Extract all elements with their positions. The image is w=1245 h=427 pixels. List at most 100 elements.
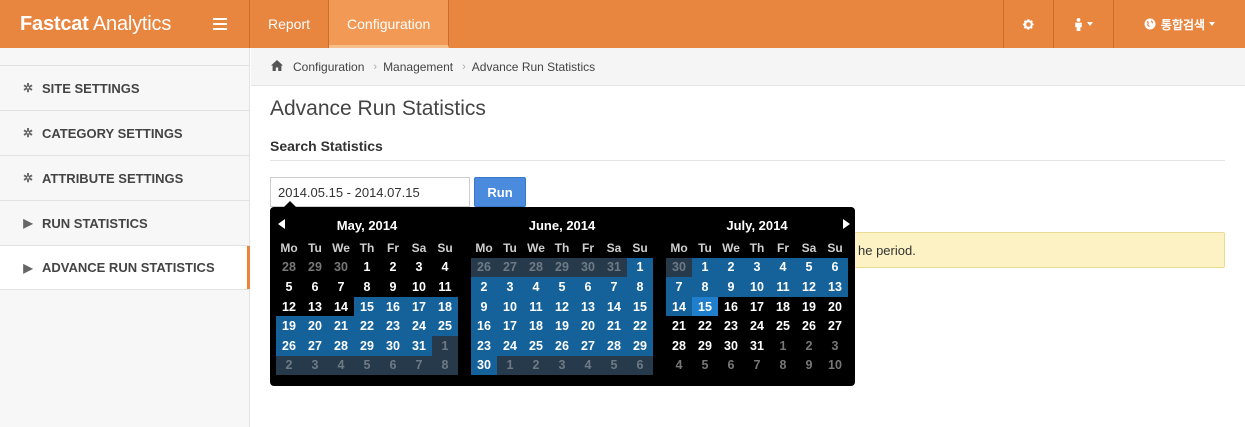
breadcrumb-management[interactable]: Management: [383, 60, 453, 74]
calendar-day[interactable]: 29: [627, 335, 653, 356]
calendar-day[interactable]: 30: [575, 257, 601, 278]
calendar-day[interactable]: 8: [770, 356, 796, 376]
calendar-day[interactable]: 26: [471, 257, 497, 278]
calendar-day[interactable]: 10: [406, 277, 432, 297]
calendar-day[interactable]: 4: [770, 257, 796, 278]
calendar-day[interactable]: 24: [497, 335, 523, 356]
calendar-day[interactable]: 28: [601, 335, 627, 356]
app-logo[interactable]: Fastcat Analytics: [20, 13, 171, 36]
calendar-day[interactable]: 13: [822, 277, 848, 297]
calendar-day[interactable]: 22: [627, 316, 653, 336]
calendar-day[interactable]: 5: [692, 356, 718, 376]
calendar-day[interactable]: 30: [328, 258, 354, 278]
calendar-day[interactable]: 28: [328, 335, 354, 356]
calendar-day[interactable]: 22: [354, 316, 380, 336]
calendar-day[interactable]: 24: [744, 316, 770, 336]
calendar-day[interactable]: 7: [601, 277, 627, 297]
calendar-day[interactable]: 1: [354, 258, 380, 278]
tab-report[interactable]: Report: [250, 0, 330, 48]
calendar-day[interactable]: 9: [380, 277, 406, 297]
calendar-day[interactable]: 28: [523, 257, 549, 278]
calendar-day[interactable]: 12: [796, 277, 822, 297]
calendar-day[interactable]: 25: [432, 316, 458, 336]
calendar-day[interactable]: 15: [692, 296, 718, 317]
user-menu-button[interactable]: [1053, 0, 1113, 48]
calendar-day[interactable]: 2: [796, 336, 822, 356]
calendar-day[interactable]: 7: [666, 277, 692, 297]
calendar-day[interactable]: 17: [406, 296, 432, 317]
calendar-day[interactable]: 30: [718, 336, 744, 356]
calendar-day[interactable]: 27: [302, 335, 328, 356]
sidebar-item-attribute-settings[interactable]: ✲ ATTRIBUTE SETTINGS: [0, 155, 249, 200]
run-button[interactable]: Run: [474, 177, 526, 207]
calendar-day[interactable]: 30: [471, 355, 497, 376]
calendar-day[interactable]: 17: [497, 316, 523, 336]
calendar-day[interactable]: 5: [601, 355, 627, 376]
calendar-day[interactable]: 16: [718, 297, 744, 317]
sidebar-item-advance-run-statistics[interactable]: ▶ ADVANCE RUN STATISTICS: [0, 245, 250, 290]
calendar-day[interactable]: 31: [744, 336, 770, 356]
calendar-day[interactable]: 16: [471, 316, 497, 336]
calendar-day[interactable]: 31: [601, 257, 627, 278]
calendar-day[interactable]: 16: [380, 296, 406, 317]
calendar-day[interactable]: 6: [627, 355, 653, 376]
calendar-day[interactable]: 8: [692, 277, 718, 297]
calendar-day[interactable]: 31: [406, 335, 432, 356]
calendar-day[interactable]: 18: [432, 296, 458, 317]
calendar-day[interactable]: 10: [822, 356, 848, 376]
calendar-day[interactable]: 14: [601, 296, 627, 317]
calendar-day[interactable]: 8: [432, 355, 458, 376]
calendar-day[interactable]: 20: [302, 316, 328, 336]
calendar-day[interactable]: 20: [575, 316, 601, 336]
calendar-day[interactable]: 19: [549, 316, 575, 336]
breadcrumb-configuration[interactable]: Configuration: [293, 60, 364, 74]
calendar-day[interactable]: 6: [822, 257, 848, 278]
calendar-day[interactable]: 9: [471, 296, 497, 317]
calendar-day[interactable]: 4: [523, 277, 549, 297]
calendar-day[interactable]: 1: [692, 257, 718, 278]
calendar-day[interactable]: 3: [744, 257, 770, 278]
calendar-day[interactable]: 2: [523, 355, 549, 376]
next-month-arrow-icon[interactable]: [843, 219, 850, 229]
calendar-day[interactable]: 6: [575, 277, 601, 297]
calendar-day[interactable]: 30: [666, 257, 692, 278]
calendar-day[interactable]: 4: [432, 258, 458, 278]
calendar-day[interactable]: 29: [302, 258, 328, 278]
calendar-day[interactable]: 8: [354, 277, 380, 297]
calendar-day[interactable]: 22: [692, 316, 718, 336]
calendar-day[interactable]: 2: [471, 277, 497, 297]
calendar-day[interactable]: 10: [744, 277, 770, 297]
calendar-day[interactable]: 3: [302, 355, 328, 376]
sidebar-item-run-statistics[interactable]: ▶ RUN STATISTICS: [0, 200, 249, 245]
calendar-day[interactable]: 7: [406, 355, 432, 376]
calendar-day[interactable]: 7: [744, 356, 770, 376]
calendar-day[interactable]: 3: [497, 277, 523, 297]
calendar-day[interactable]: 4: [575, 355, 601, 376]
calendar-day[interactable]: 29: [354, 335, 380, 356]
calendar-day[interactable]: 20: [822, 297, 848, 317]
prev-month-arrow-icon[interactable]: [278, 219, 285, 229]
calendar-day[interactable]: 27: [497, 257, 523, 278]
calendar-day[interactable]: 17: [744, 297, 770, 317]
calendar-day[interactable]: 2: [276, 355, 302, 376]
calendar-day[interactable]: 4: [328, 355, 354, 376]
calendar-day[interactable]: 5: [354, 355, 380, 376]
calendar-day[interactable]: 26: [276, 335, 302, 356]
calendar-day[interactable]: 14: [666, 296, 692, 317]
calendar-day[interactable]: 3: [549, 355, 575, 376]
calendar-day[interactable]: 5: [549, 277, 575, 297]
tab-configuration[interactable]: Configuration: [329, 0, 450, 48]
calendar-day[interactable]: 10: [497, 296, 523, 317]
calendar-day[interactable]: 15: [627, 296, 653, 317]
sidebar-item-category-settings[interactable]: ✲ CATEGORY SETTINGS: [0, 110, 249, 155]
home-icon[interactable]: [271, 59, 283, 74]
calendar-day[interactable]: 1: [627, 257, 653, 278]
calendar-day[interactable]: 19: [796, 297, 822, 317]
calendar-day[interactable]: 27: [822, 316, 848, 336]
calendar-day[interactable]: 3: [822, 336, 848, 356]
calendar-day[interactable]: 5: [276, 277, 302, 297]
calendar-day[interactable]: 18: [523, 316, 549, 336]
sidebar-item-site-settings[interactable]: ✲ SITE SETTINGS: [0, 65, 249, 110]
calendar-day[interactable]: 6: [380, 355, 406, 376]
calendar-day[interactable]: 26: [796, 316, 822, 336]
